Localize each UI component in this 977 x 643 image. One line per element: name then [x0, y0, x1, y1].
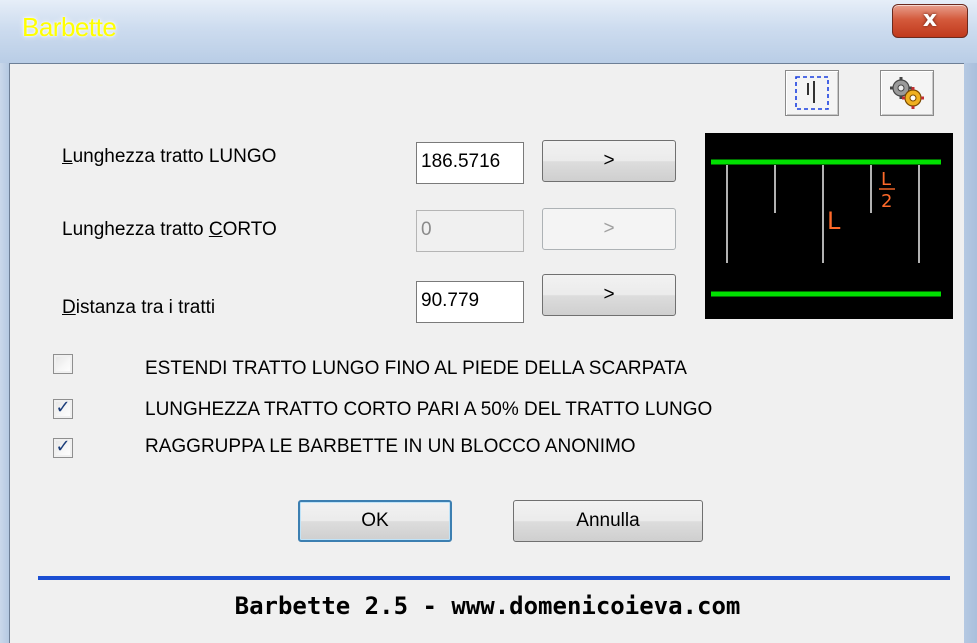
- close-button[interactable]: x: [892, 4, 968, 38]
- preview-label-half-numerator: L: [881, 169, 891, 190]
- short-stroke-length-label-pre: Lunghezza tratto: [62, 219, 209, 240]
- stroke-spacing-input[interactable]: 90.779: [416, 281, 524, 323]
- short-stroke-length-accesskey: C: [208, 219, 223, 240]
- short-stroke-half-checkbox[interactable]: ✓: [53, 397, 73, 419]
- long-stroke-length-label-text: unghezza tratto LUNGO: [72, 146, 277, 167]
- settings-button[interactable]: [880, 70, 934, 116]
- long-stroke-length-accesskey: L: [62, 146, 73, 167]
- window-title: Barbette: [22, 12, 117, 42]
- extend-long-stroke-label: ESTENDI TRATTO LUNGO FINO AL PIEDE DELLA…: [145, 358, 687, 379]
- dialog-window: Barbette x Lunghezza tratto LUNGO 186.57…: [0, 0, 977, 643]
- long-stroke-pick-button[interactable]: >: [542, 140, 676, 182]
- long-stroke-length-input[interactable]: 186.5716: [416, 142, 524, 184]
- stroke-spacing-accesskey: D: [62, 297, 76, 318]
- cancel-button[interactable]: Annulla: [513, 500, 703, 542]
- ok-button[interactable]: OK: [298, 500, 452, 542]
- window-frame-right: [964, 63, 977, 643]
- dialog-client-area: Lunghezza tratto LUNGO 186.5716 > Lunghe…: [9, 63, 964, 643]
- window-frame-left: [0, 63, 9, 643]
- checkmark-icon: ✓: [55, 436, 71, 457]
- long-stroke-length-label: Lunghezza tratto LUNGO: [62, 146, 276, 168]
- stroke-spacing-label-text: istanza tra i tratti: [75, 297, 216, 318]
- extend-long-stroke-checkbox[interactable]: [53, 354, 73, 374]
- title-bar[interactable]: Barbette x: [0, 0, 977, 63]
- short-stroke-half-label: LUNGHEZZA TRATTO CORTO PARI A 50% DEL TR…: [145, 399, 713, 420]
- short-stroke-length-label: Lunghezza tratto CORTO: [62, 219, 277, 241]
- group-anonymous-block-label: RAGGRUPPA LE BARBETTE IN UN BLOCCO ANONI…: [145, 436, 636, 457]
- stroke-spacing-label: Distanza tra i tratti: [62, 297, 215, 319]
- stroke-spacing-pick-button[interactable]: >: [542, 274, 676, 316]
- short-stroke-length-label-text: ORTO: [222, 219, 277, 240]
- dashed-select-icon: [795, 76, 829, 110]
- preview-label-half-denominator: 2: [881, 191, 892, 212]
- short-stroke-pick-button[interactable]: >: [542, 208, 676, 250]
- short-stroke-length-input[interactable]: 0: [416, 210, 524, 252]
- preview-label-long: L: [827, 207, 841, 235]
- close-icon: x: [922, 7, 938, 32]
- select-objects-button[interactable]: [785, 70, 839, 116]
- footer-divider: [38, 576, 950, 580]
- gears-icon: [890, 77, 924, 109]
- group-anonymous-block-checkbox[interactable]: ✓: [53, 436, 73, 458]
- checkmark-icon: ✓: [55, 397, 71, 418]
- footer-credits: Barbette 2.5 - www.domenicoieva.com: [234, 592, 741, 620]
- barbette-preview: L L 2: [705, 133, 953, 319]
